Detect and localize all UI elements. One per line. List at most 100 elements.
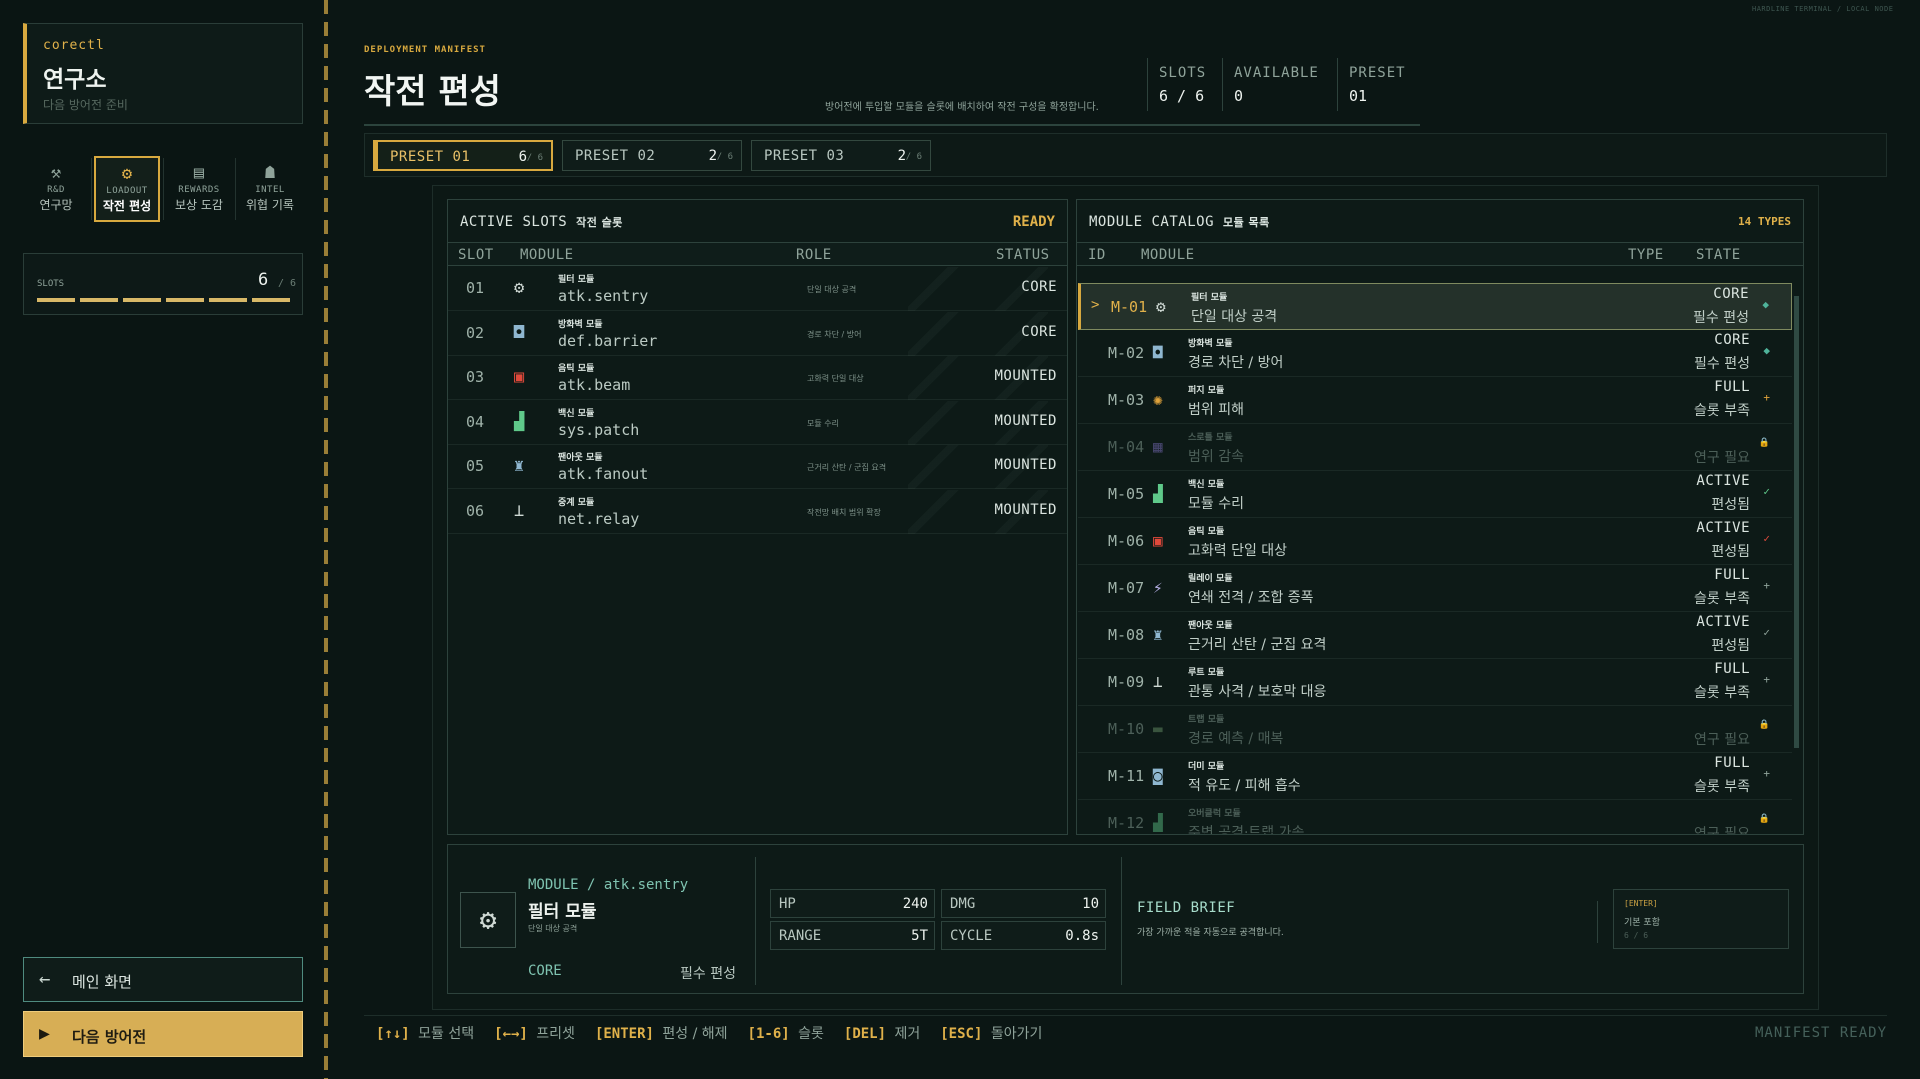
- play-icon: ▶: [39, 1023, 50, 1044]
- slot-status: MOUNTED: [994, 412, 1057, 429]
- enter-hint-box[interactable]: [ENTER] 기본 포함 6 / 6: [1613, 889, 1789, 949]
- catalog-title: MODULE CATALOG 모듈 목록: [1089, 214, 1270, 230]
- module-state: 슬롯 부족: [1694, 403, 1750, 419]
- catalog-row-m-01[interactable]: > M-01 ⚙ 필터 모듈 단일 대상 공격 CORE 필수 편성 ◆: [1078, 283, 1792, 330]
- hint-key: [ESC]: [940, 1026, 983, 1042]
- catalog-row-m-11[interactable]: M-11 ◙ 더미 모듈 적 유도 / 피해 흡수 FULL 슬롯 부족 +: [1078, 753, 1792, 800]
- module-id: M-12: [1108, 814, 1145, 832]
- catalog-row-m-09[interactable]: M-09 ⊥ 루트 모듈 관통 사격 / 보호막 대응 FULL 슬롯 부족 +: [1078, 659, 1792, 706]
- nav-rewards[interactable]: ▤ REWARDS 보상 도감: [166, 156, 232, 222]
- module-desc: 연쇄 전격 / 조합 증폭: [1188, 590, 1314, 606]
- module-desc: 경로 차단 / 방어: [1188, 355, 1284, 371]
- preset-name: PRESET 02: [575, 148, 656, 164]
- module-code: atk.fanout: [558, 465, 649, 483]
- preset-tab-02[interactable]: PRESET 02 2 / 6: [562, 140, 742, 171]
- catalog-row-m-06[interactable]: M-06 ▣ 음틱 모듈 고화력 단일 대상 ACTIVE 편성됨 ✓: [1078, 518, 1792, 565]
- module-icon: ▣: [1153, 531, 1163, 550]
- terminal-label: HARDLINE TERMINAL / LOCAL NODE: [1752, 5, 1894, 13]
- module-id: M-04: [1108, 438, 1145, 456]
- key-hints: [↑↓] 모듈 선택 [←→] 프리셋 [ENTER] 편성 / 해제 [1-6] 슬…: [376, 1023, 1062, 1043]
- slot-number: 01: [465, 279, 485, 297]
- module-icon: ⊥: [1153, 672, 1163, 691]
- module-code: atk.beam: [558, 376, 631, 394]
- state-marker-icon: +: [1763, 673, 1770, 686]
- catalog-row-m-08[interactable]: M-08 ♜ 팬아웃 모듈 근거리 산탄 / 군집 요격 ACTIVE 편성됨 ✓: [1078, 612, 1792, 659]
- module-name-kr: 필터 모듈: [558, 275, 595, 285]
- main-menu-label: 메인 화면: [72, 973, 132, 991]
- module-state: 필수 편성: [1693, 310, 1749, 326]
- module-state: 편성됨: [1711, 497, 1750, 513]
- slot-row-04[interactable]: 04 ▟ 백신 모듈 sys.patch 모듈 수리 MOUNTED: [448, 400, 1067, 445]
- catalog-column-header: ID MODULE TYPE STATE: [1077, 242, 1803, 266]
- catalog-row-m-07[interactable]: M-07 ⚡ 릴레이 모듈 연쇄 전격 / 조합 증폭 FULL 슬롯 부족 +: [1078, 565, 1792, 612]
- nav-rnd[interactable]: ⚒ R&D 연구망: [23, 156, 89, 222]
- nav-intel[interactable]: ☗ INTEL 위협 기록: [237, 156, 303, 222]
- module-desc: 적 유도 / 피해 흡수: [1188, 778, 1301, 794]
- stat-value: 5T: [911, 928, 928, 944]
- slot-number: 06: [465, 501, 485, 520]
- lab-subtitle: 다음 방어전 준비: [43, 98, 128, 112]
- preset-count: 2: [897, 148, 906, 164]
- nav-rewards-en: REWARDS: [178, 185, 220, 195]
- preset-tab-01[interactable]: PRESET 01 6 / 6: [373, 140, 553, 171]
- module-type: FULL: [1714, 379, 1750, 395]
- catalog-row-m-12[interactable]: M-12 ▟ 오버클럭 모듈 주변 공격·트랩 가속 연구 필요 🔒: [1078, 800, 1792, 835]
- detail-divider: [755, 857, 756, 985]
- catalog-row-m-03[interactable]: M-03 ✺ 퍼지 모듈 범위 피해 FULL 슬롯 부족 +: [1078, 377, 1792, 424]
- slot-status: MOUNTED: [994, 501, 1057, 518]
- lab-title: 연구소: [43, 67, 107, 93]
- field-brief-text: 가장 가까운 적을 자동으로 공격합니다.: [1137, 928, 1284, 938]
- page-title: 작전 편성: [364, 72, 501, 112]
- state-marker-icon: ✓: [1763, 485, 1770, 498]
- module-icon: ♜: [514, 456, 525, 476]
- preset-count: 6: [518, 149, 527, 165]
- detail-state: 필수 편성: [680, 966, 736, 982]
- col-role: ROLE: [796, 247, 832, 263]
- slot-row-01[interactable]: 01 ⚙ 필터 모듈 atk.sentry 단일 대상 공격 CORE: [448, 267, 1067, 311]
- slots-summary: SLOTS 6 / 6: [23, 253, 303, 315]
- slot-row-02[interactable]: 02 ◘ 방화벽 모듈 def.barrier 경로 차단 / 방어 CORE: [448, 311, 1067, 356]
- module-icon: ⚡: [1153, 578, 1163, 597]
- catalog-row-m-04[interactable]: M-04 ▦ 스로틀 모듈 범위 감속 연구 필요 🔒: [1078, 424, 1792, 471]
- module-icon: ✺: [1153, 390, 1163, 409]
- nav-rnd-kr: 연구망: [39, 198, 73, 212]
- stat-value: 01: [1349, 87, 1368, 105]
- detail-role: 단일 대상 공격: [528, 924, 578, 933]
- slot-status: MOUNTED: [994, 368, 1057, 384]
- stat-label: RANGE: [779, 928, 822, 944]
- module-name-kr: 릴레이 모듈: [1188, 574, 1233, 584]
- module-id: M-10: [1108, 720, 1145, 738]
- hint-key: [DEL]: [843, 1026, 887, 1042]
- sidebar: corectl 연구소 다음 방어전 준비 ⚒ R&D 연구망 ⚙ LOADOU…: [0, 0, 322, 1079]
- next-defense-button[interactable]: ▶ 다음 방어전: [23, 1011, 303, 1057]
- module-role: 모듈 수리: [807, 418, 839, 428]
- nav-loadout[interactable]: ⚙ LOADOUT 작전 편성: [94, 156, 160, 222]
- preset-tab-03[interactable]: PRESET 03 2 / 6: [751, 140, 931, 171]
- module-code: atk.sentry: [558, 287, 649, 305]
- preset-bar: PRESET 01 6 / 6 PRESET 02 2 / 6 PRESET 0…: [364, 133, 1887, 177]
- catalog-count: 14 TYPES: [1738, 215, 1791, 228]
- catalog-scrollbar[interactable]: [1794, 296, 1799, 748]
- catalog-row-m-05[interactable]: M-05 ▟ 백신 모듈 모듈 수리 ACTIVE 편성됨 ✓: [1078, 471, 1792, 518]
- hint-label: 모듈 선택: [418, 1026, 475, 1042]
- module-name-kr: 더미 모듈: [1188, 762, 1225, 772]
- module-icon: ▣: [514, 367, 525, 387]
- manifest-status: MANIFEST READY: [1755, 1025, 1888, 1041]
- main-menu-button[interactable]: ← 메인 화면: [23, 957, 303, 1002]
- preset-max: / 6: [905, 152, 922, 162]
- col-state: STATE: [1696, 247, 1741, 263]
- module-id: M-01: [1111, 298, 1148, 316]
- module-icon: ▟: [1153, 484, 1163, 503]
- slot-row-06[interactable]: 06 ⊥ 중계 모듈 net.relay 작전망 배치 범위 확장 MOUNTED: [448, 489, 1067, 534]
- lock-icon: 🔒: [1758, 720, 1770, 730]
- gear-icon: ⚙: [121, 164, 133, 184]
- module-icon: ⚙: [1156, 297, 1166, 316]
- catalog-row-m-02[interactable]: M-02 ◘ 방화벽 모듈 경로 차단 / 방어 CORE 필수 편성 ◆: [1078, 330, 1792, 377]
- slot-row-05[interactable]: 05 ♜ 팬아웃 모듈 atk.fanout 근거리 산탄 / 군집 요격 MOUNTED: [448, 445, 1067, 489]
- slot-row-03[interactable]: 03 ▣ 음틱 모듈 atk.beam 고화력 단일 대상 MOUNTED: [448, 356, 1067, 400]
- module-desc: 주변 공격·트랩 가속: [1188, 825, 1305, 835]
- module-name-kr: 중계 모듈: [558, 497, 595, 508]
- stat-value: 6 / 6: [1159, 87, 1205, 105]
- col-type: TYPE: [1628, 247, 1664, 263]
- catalog-row-m-10[interactable]: M-10 ▬ 트랩 모듈 경로 예측 / 매복 연구 필요 🔒: [1078, 706, 1792, 753]
